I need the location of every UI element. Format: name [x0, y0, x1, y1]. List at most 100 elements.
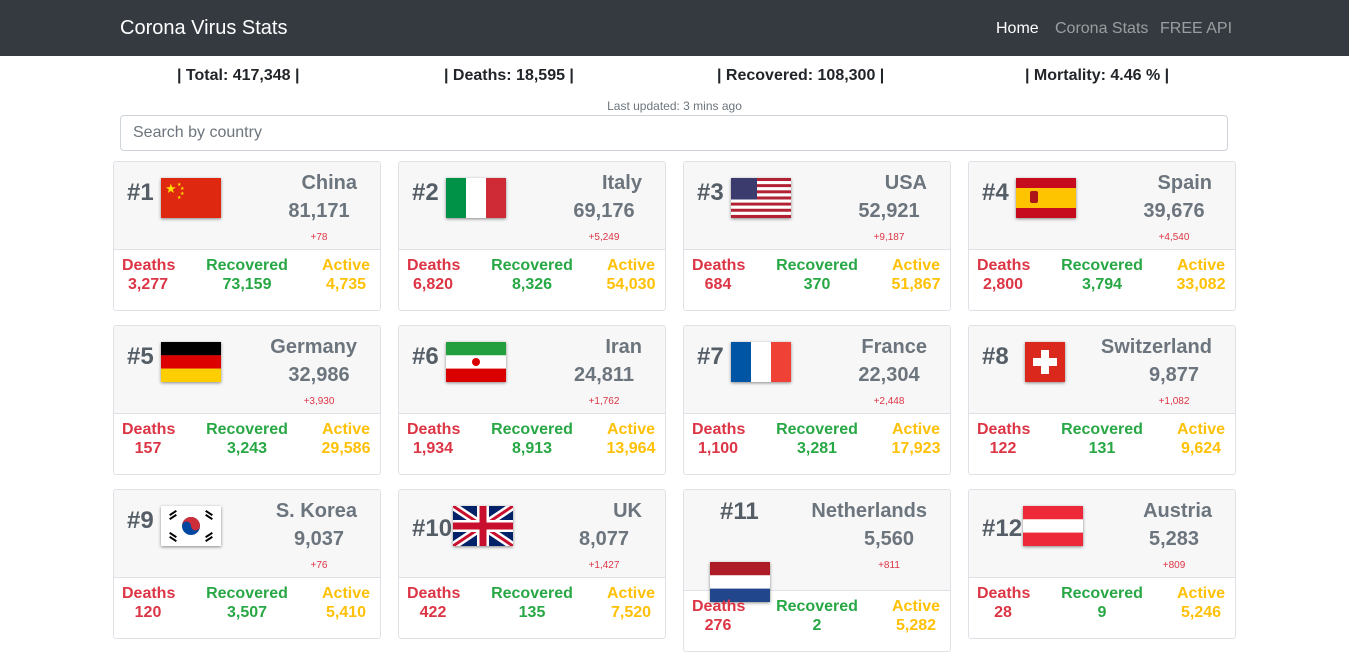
country-card[interactable]: #2 Italy 69,176 +5,249 Deaths 6,820 Reco… — [398, 161, 666, 311]
country-card-header: #10 UK 8,077 +1,427 — [399, 490, 665, 578]
brand-title[interactable]: Corona Virus Stats — [120, 17, 288, 40]
last-updated-text: Last updated: 3 mins ago — [607, 99, 742, 113]
country-card-body: Deaths 6,820 Recovered 8,326 Active 54,0… — [399, 250, 665, 310]
country-name: USA — [884, 172, 927, 194]
active-label: Active — [1176, 257, 1226, 274]
active-label: Active — [321, 585, 371, 602]
country-total-cases: 8,077 — [578, 528, 630, 550]
recovered-value: 8,326 — [511, 276, 553, 293]
search-input[interactable] — [120, 115, 1228, 151]
active-label: Active — [321, 421, 371, 438]
nav-home-link[interactable]: Home — [996, 20, 1039, 38]
active-column: Active 5,282 — [886, 597, 946, 635]
recovered-column: Recovered 3,281 — [774, 420, 860, 458]
country-card[interactable]: #7 France 22,304 +2,448 Deaths 1,100 Rec… — [683, 325, 951, 475]
country-card-header: #9 S. Korea 9,037 +76 — [114, 490, 380, 578]
usa-flag-icon — [731, 178, 791, 218]
active-value: 17,923 — [891, 440, 941, 457]
country-card-header: #7 France 22,304 +2,448 — [684, 326, 950, 414]
country-card-body: Deaths 120 Recovered 3,507 Active 5,410 — [114, 578, 380, 638]
deaths-value: 276 — [704, 617, 732, 634]
country-name: Germany — [270, 336, 357, 358]
deaths-value: 122 — [989, 440, 1017, 457]
country-rank: #12 — [982, 515, 1023, 542]
active-column: Active 13,964 — [601, 420, 661, 458]
country-name: Spain — [1157, 172, 1212, 194]
deaths-column: Deaths 120 — [122, 584, 175, 622]
active-value: 7,520 — [610, 604, 652, 621]
active-column: Active 5,410 — [316, 584, 376, 622]
deaths-value: 28 — [994, 604, 1012, 621]
active-value: 54,030 — [606, 276, 656, 293]
country-card-header: #6 Iran 24,811 +1,762 — [399, 326, 665, 414]
country-name: Switzerland — [1100, 336, 1212, 358]
nav-free-api-link[interactable]: FREE API — [1160, 20, 1232, 38]
deaths-column: Deaths 157 — [122, 420, 175, 458]
deaths-value: 120 — [134, 604, 162, 621]
deaths-column: Deaths 28 — [977, 584, 1031, 622]
active-label: Active — [606, 257, 656, 274]
country-total-cases: 24,811 — [573, 364, 635, 386]
country-card[interactable]: #4 Spain 39,676 +4,540 Deaths 2,800 Reco… — [968, 161, 1236, 311]
country-new-cases: +3,930 — [303, 396, 335, 407]
country-card-body: Deaths 276 Recovered 2 Active 5,282 — [684, 591, 950, 651]
deaths-value: 6,820 — [412, 276, 454, 293]
china-flag-icon: ★ ★ ★ ★ ★ — [161, 178, 221, 218]
active-label: Active — [891, 421, 941, 438]
recovered-column: Recovered 3,794 — [1059, 256, 1145, 294]
deaths-value: 1,934 — [412, 440, 454, 457]
france-flag-icon — [731, 342, 791, 382]
recovered-column: Recovered 3,507 — [204, 584, 290, 622]
active-value: 13,964 — [606, 440, 656, 457]
country-card[interactable]: #11 Netherlands 5,560 +811 Deaths 276 Re… — [683, 489, 951, 652]
active-label: Active — [1176, 421, 1226, 438]
country-rank: #10 — [412, 515, 453, 542]
recovered-label: Recovered — [1061, 585, 1143, 602]
recovered-stat: | Recovered: 108,300 | — [717, 67, 885, 84]
deaths-label: Deaths — [692, 421, 746, 438]
country-total-cases: 5,560 — [863, 528, 915, 550]
spain-flag-icon — [1016, 178, 1076, 218]
deaths-label: Deaths — [122, 257, 176, 274]
deaths-column: Deaths 122 — [977, 420, 1030, 458]
country-card-header: #1 ★ ★ ★ ★ ★ China 81,171 +78 — [114, 162, 380, 250]
deaths-label: Deaths — [407, 257, 461, 274]
recovered-label: Recovered — [491, 585, 573, 602]
country-rank: #1 — [127, 179, 154, 206]
country-card-header: #8 Switzerland 9,877 +1,082 — [969, 326, 1235, 414]
country-card-header: #2 Italy 69,176 +5,249 — [399, 162, 665, 250]
country-card[interactable]: #12 Austria 5,283 +809 Deaths 28 Recover… — [968, 489, 1236, 639]
active-column: Active 4,735 — [316, 256, 376, 294]
recovered-column: Recovered 2 — [774, 597, 860, 635]
country-card[interactable]: #9 S. Korea 9,037 +76 Deaths 120 Recover… — [113, 489, 381, 639]
country-card[interactable]: #8 Switzerland 9,877 +1,082 Deaths 122 R… — [968, 325, 1236, 475]
deaths-value: 3,277 — [127, 276, 169, 293]
deaths-column: Deaths 422 — [407, 584, 460, 622]
deaths-value: 157 — [134, 440, 162, 457]
active-label: Active — [891, 257, 941, 274]
svg-text:★: ★ — [177, 195, 182, 201]
country-card[interactable]: #5 Germany 32,986 +3,930 Deaths 157 Reco… — [113, 325, 381, 475]
svg-text:★: ★ — [165, 182, 177, 197]
country-card[interactable]: #6 Iran 24,811 +1,762 Deaths 1,934 Recov… — [398, 325, 666, 475]
country-card[interactable]: #3 USA 52,921 +9,187 Deaths 684 Recovere… — [683, 161, 951, 311]
deaths-label: Deaths — [977, 585, 1031, 602]
nav-corona-stats-link[interactable]: Corona Stats — [1055, 20, 1148, 38]
recovered-value: 131 — [1088, 440, 1116, 457]
country-rank: #11 — [720, 498, 759, 525]
navbar: Corona Virus Stats Home Corona Stats FRE… — [0, 0, 1349, 56]
country-name: UK — [613, 500, 642, 522]
country-card-header: #11 Netherlands 5,560 +811 — [684, 490, 950, 602]
country-card[interactable]: #10 UK 8,077 +1,427 Deaths 422 Recovered… — [398, 489, 666, 639]
recovered-label: Recovered — [1061, 421, 1143, 438]
country-card-body: Deaths 422 Recovered 135 Active 7,520 — [399, 578, 665, 638]
recovered-label: Recovered — [206, 421, 288, 438]
country-total-cases: 69,176 — [573, 200, 635, 222]
recovered-value: 9 — [1097, 604, 1107, 621]
country-card[interactable]: #1 ★ ★ ★ ★ ★ China 81,171 +78 Deaths 3,2… — [113, 161, 381, 311]
deaths-column: Deaths 6,820 — [407, 256, 461, 294]
recovered-label: Recovered — [776, 421, 858, 438]
south-korea-flag-icon — [161, 506, 221, 546]
recovered-value: 3,507 — [226, 604, 268, 621]
recovered-label: Recovered — [491, 421, 573, 438]
